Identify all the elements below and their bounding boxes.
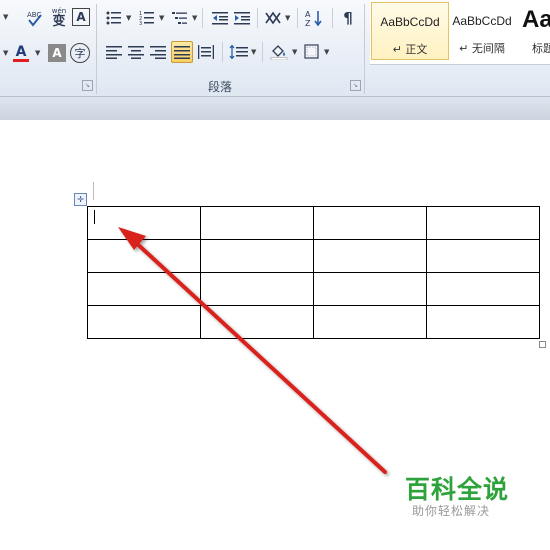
paragraph-dialog-launcher[interactable]: ↘ — [350, 80, 361, 91]
table-row — [87, 305, 540, 339]
row-separator — [297, 8, 298, 28]
document-table[interactable] — [87, 206, 540, 339]
table-cell[interactable] — [87, 272, 201, 306]
table-cell[interactable] — [87, 206, 201, 240]
watermark-title: 百科全说 — [405, 475, 510, 504]
dropdown-arrow-icon[interactable]: ▼ — [159, 14, 164, 22]
group-separator — [364, 4, 365, 94]
paragraph-mark-icon[interactable]: ¶ — [338, 8, 358, 28]
dropdown-arrow-icon[interactable]: ▼ — [3, 13, 8, 21]
watermark-subtitle: 助你轻松解决 — [412, 504, 491, 518]
table-row — [87, 272, 540, 306]
distributed-icon[interactable] — [196, 42, 216, 62]
table-cell[interactable] — [200, 272, 314, 306]
svg-text:A: A — [305, 10, 311, 19]
numbering-icon[interactable]: 123 — [137, 8, 157, 28]
table-cell[interactable] — [87, 305, 201, 339]
bullets-icon[interactable] — [104, 8, 124, 28]
style-heading-1[interactable]: AaB 标题 — [518, 2, 550, 60]
phonetic-char: 变 — [52, 14, 66, 29]
character-shading-icon[interactable]: A — [48, 44, 66, 62]
align-right-icon[interactable] — [148, 42, 168, 62]
font-color-button[interactable]: A — [10, 42, 32, 64]
style-sample: AaBbCcDd — [380, 15, 440, 29]
table-cell[interactable] — [87, 239, 201, 273]
row-separator — [222, 42, 223, 62]
dropdown-arrow-icon[interactable]: ▼ — [324, 48, 329, 56]
margin-marker — [93, 182, 94, 200]
table-cell[interactable] — [313, 206, 427, 240]
table-cell[interactable] — [313, 272, 427, 306]
justify-icon[interactable] — [171, 41, 193, 63]
style-label: ↵ 正文 — [392, 43, 428, 56]
font-dialog-launcher[interactable]: ↘ — [82, 80, 93, 91]
sort-icon[interactable]: AZ — [303, 8, 325, 28]
font-color-glyph: A — [15, 43, 27, 60]
svg-text:3: 3 — [139, 21, 142, 25]
style-sample: AaB — [522, 6, 550, 33]
dropdown-arrow-icon[interactable]: ▼ — [285, 14, 290, 22]
style-sample: AaBbCcDd — [452, 14, 512, 28]
shading-bucket-icon[interactable] — [268, 42, 290, 62]
paragraph-group-label: 段落 — [208, 80, 233, 94]
group-separator — [96, 4, 97, 94]
row-separator — [257, 8, 258, 28]
table-cell[interactable] — [313, 239, 427, 273]
align-center-icon[interactable] — [126, 42, 146, 62]
table-cell[interactable] — [426, 305, 540, 339]
table-move-handle-icon[interactable]: ✛ — [74, 193, 87, 206]
style-normal[interactable]: AaBbCcDd ↵ 正文 — [371, 2, 449, 60]
align-left-icon[interactable] — [104, 42, 124, 62]
table-body — [87, 206, 540, 339]
borders-icon[interactable] — [302, 42, 322, 62]
multilevel-list-icon[interactable] — [170, 8, 190, 28]
row-separator — [262, 42, 263, 62]
style-no-spacing[interactable]: AaBbCcDd ↵ 无间隔 — [443, 2, 521, 60]
phonetic-guide-icon[interactable]: wén 变 — [48, 6, 70, 30]
dropdown-arrow-icon[interactable]: ▼ — [3, 49, 8, 57]
table-cell[interactable] — [200, 305, 314, 339]
dropdown-arrow-icon[interactable]: ▼ — [126, 14, 131, 22]
decrease-indent-icon[interactable] — [210, 8, 230, 28]
ribbon: ▼ ABC wén 变 A ▼ A ▼ A 字 ▼ 123 ▼ ▼ ▼ AZ ¶ — [0, 0, 550, 97]
dropdown-arrow-icon[interactable]: ▼ — [251, 48, 256, 56]
table-cell[interactable] — [313, 305, 427, 339]
table-resize-handle[interactable] — [539, 341, 546, 348]
row-separator — [332, 8, 333, 28]
table-row — [87, 206, 540, 240]
shading-glyph: A — [52, 46, 62, 60]
text-effects-icon[interactable]: ABC — [24, 8, 46, 28]
dropdown-arrow-icon[interactable]: ▼ — [192, 14, 197, 22]
style-label: ↵ 无间隔 — [459, 42, 505, 55]
character-border-icon[interactable]: A — [72, 8, 90, 26]
table-cell[interactable] — [200, 206, 314, 240]
table-cell[interactable] — [426, 272, 540, 306]
svg-text:Z: Z — [305, 19, 311, 27]
font-color-bar — [13, 58, 29, 62]
table-cell[interactable] — [426, 239, 540, 273]
text-cursor — [94, 210, 95, 224]
dropdown-arrow-icon[interactable]: ▼ — [292, 48, 297, 56]
increase-indent-icon[interactable] — [232, 8, 252, 28]
table-row — [87, 239, 540, 273]
style-label: 标题 — [532, 42, 550, 55]
chinese-layout-icon[interactable] — [263, 8, 283, 28]
table-cell[interactable] — [426, 206, 540, 240]
table-cell[interactable] — [200, 239, 314, 273]
line-spacing-icon[interactable] — [228, 42, 250, 62]
row-separator — [202, 8, 203, 28]
dropdown-arrow-icon[interactable]: ▼ — [35, 49, 40, 57]
enclose-characters-icon[interactable]: 字 — [70, 43, 90, 63]
ribbon-bottom-bar — [0, 96, 550, 121]
